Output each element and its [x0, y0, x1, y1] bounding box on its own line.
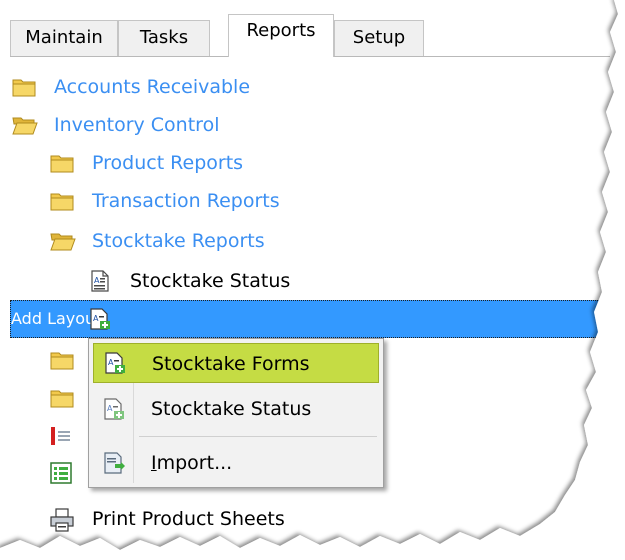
torn-edge-decoration	[0, 0, 625, 560]
